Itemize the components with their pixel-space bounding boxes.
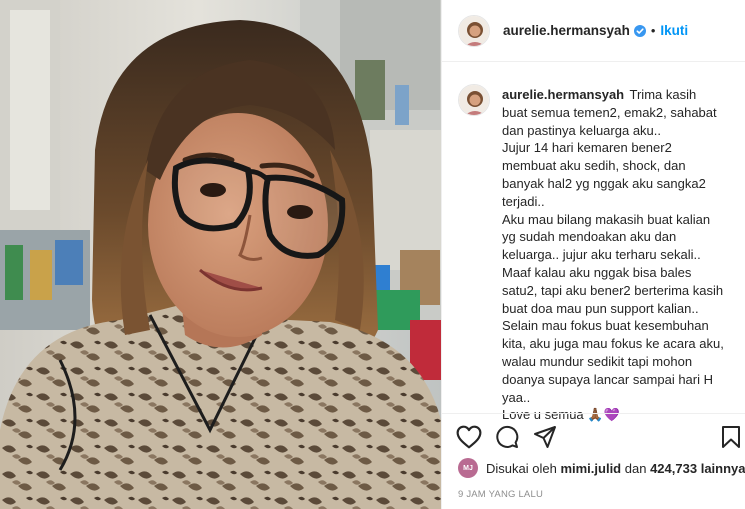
- action-icons: [456, 425, 745, 451]
- caption-line: yaa..: [502, 389, 531, 405]
- caption-line: membuat aku sedih, shock, dan: [502, 158, 686, 174]
- caption-line: Selain mau fokus buat kesembuhan: [502, 318, 709, 334]
- caption-first-line: aurelie.hermansyah Trima kasih: [502, 86, 740, 104]
- caption-line: kita, aku juga mau fokus ke acara aku,: [502, 336, 724, 352]
- likes-suffix[interactable]: lainnya: [701, 461, 745, 476]
- caption-username[interactable]: aurelie.hermansyah: [502, 87, 624, 102]
- avatar[interactable]: [458, 14, 490, 47]
- caption-line: yg sudah mendoakan aku dan: [502, 229, 677, 245]
- likes-summary: MJ Disukai oleh mimi.julid dan 424,733 l…: [458, 458, 745, 478]
- caption-line: banyak hal2 yg nggak aku sangka2: [502, 175, 706, 191]
- separator-dot: •: [650, 23, 656, 38]
- post-header: aurelie.hermansyah • Ikuti: [442, 0, 745, 62]
- caption-line: terjadi..: [502, 193, 545, 209]
- follow-button[interactable]: Ikuti: [660, 23, 688, 38]
- liker-avatar[interactable]: MJ: [458, 458, 478, 478]
- comment-icon[interactable]: [495, 425, 519, 454]
- caption-text: aurelie.hermansyah Trima kasih buat semu…: [502, 86, 740, 424]
- avatar[interactable]: [458, 84, 490, 116]
- caption-line: Maaf kalau aku nggak bisa bales: [502, 264, 692, 280]
- selfie-image: [0, 0, 441, 509]
- verified-badge-icon: [633, 24, 646, 37]
- caption-line: Jujur 14 hari kemaren bener2: [502, 140, 672, 156]
- caption-line: dan pastinya keluarga aku..: [502, 122, 661, 138]
- heart-icon[interactable]: [456, 425, 482, 454]
- username-link[interactable]: aurelie.hermansyah: [503, 23, 630, 38]
- caption-line: doanya supaya lancar sampai hari H: [502, 371, 714, 387]
- bookmark-icon[interactable]: [721, 425, 741, 454]
- caption: aurelie.hermansyah Trima kasih buat semu…: [458, 84, 740, 424]
- post-photo[interactable]: [0, 0, 441, 509]
- caption-line: Aku mau bilang makasih buat kalian: [502, 211, 711, 227]
- post-side-panel: aurelie.hermansyah • Ikuti aurelie.herma…: [441, 0, 745, 509]
- send-icon[interactable]: [533, 425, 557, 454]
- liker-username-link[interactable]: mimi.julid: [560, 461, 621, 476]
- caption-line: buat doa mau pun support kalian..: [502, 300, 699, 316]
- post-timestamp[interactable]: 9 JAM YANG LALU: [458, 489, 543, 500]
- likes-conjunction: dan: [624, 460, 647, 476]
- caption-line: satu2, tapi aku bener2 berterima kasih: [502, 282, 724, 298]
- likes-prefix: Disukai oleh: [486, 460, 557, 476]
- caption-line: walau mundur sedikit tapi mohon: [502, 353, 693, 369]
- post-actions: MJ Disukai oleh mimi.julid dan 424,733 l…: [442, 413, 745, 509]
- likes-count-link[interactable]: 424,733: [650, 461, 697, 476]
- caption-line: Trima kasih: [629, 87, 697, 102]
- caption-line: buat semua temen2, emak2, sahabat: [502, 104, 717, 120]
- caption-line: keluarga.. jujur aku terharu sekali..: [502, 247, 701, 263]
